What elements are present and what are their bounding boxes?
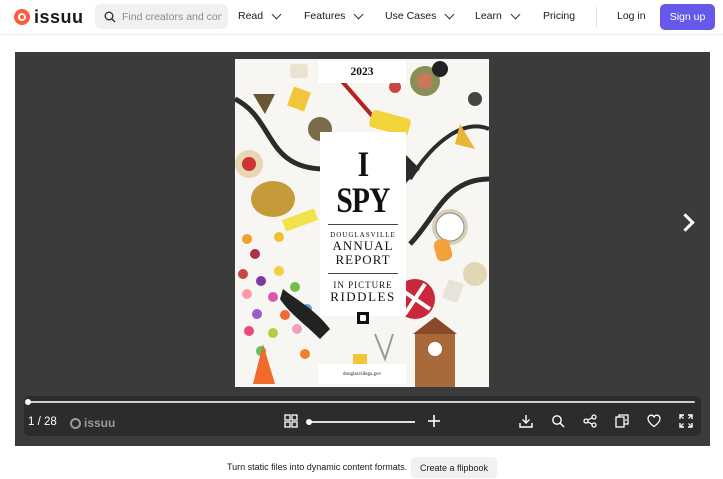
issuu-logo-icon	[70, 417, 81, 429]
issuu-brand-mark: issuu	[70, 416, 115, 430]
next-page-arrow-icon[interactable]	[678, 212, 694, 234]
page-indicator: 1 / 28	[28, 416, 57, 428]
issuu-logo-icon	[14, 9, 30, 25]
grid-icon[interactable]	[284, 414, 298, 428]
zoom-slider[interactable]	[306, 419, 415, 425]
viewer-control-bar: 1 / 28 issuu	[24, 396, 701, 436]
top-navigation: issuu Read Features Use Cases Learn Pric…	[0, 0, 723, 35]
search-box[interactable]	[95, 4, 228, 29]
search-input[interactable]	[122, 10, 222, 23]
nav-read-label: Read	[238, 10, 264, 22]
embed-icon[interactable]	[615, 414, 629, 428]
cover-subtitle-riddles: RIDDLES	[330, 289, 396, 304]
city-emblem-icon	[357, 312, 369, 324]
fullscreen-icon[interactable]	[679, 414, 693, 428]
nav-use-cases-label: Use Cases	[385, 10, 437, 22]
title-divider	[328, 224, 398, 225]
search-icon	[104, 11, 116, 22]
share-icon[interactable]	[583, 414, 597, 428]
chevron-down-icon	[353, 9, 364, 19]
chevron-down-icon	[510, 9, 521, 19]
nav-use-cases[interactable]: Use Cases	[385, 9, 455, 22]
logo-wordmark: issuu	[34, 7, 84, 27]
chevron-down-icon	[444, 9, 455, 19]
cover-year: 2023	[318, 61, 406, 83]
cover-title-card: I SPY DOUGLASVILLE ANNUAL REPORT IN PICT…	[320, 132, 406, 324]
cover-subtitle-annual: ANNUAL	[332, 238, 394, 253]
nav-learn[interactable]: Learn	[475, 9, 521, 22]
title-divider	[328, 273, 398, 274]
nav-pricing[interactable]: Pricing	[543, 10, 575, 22]
cover-page[interactable]: 2023 I SPY DOUGLASVILLE ANNUAL REPORT IN…	[235, 59, 489, 387]
create-flipbook-button[interactable]: Create a flipbook	[411, 457, 497, 478]
nav-features[interactable]: Features	[304, 9, 364, 22]
promo-text: Turn static files into dynamic content f…	[227, 462, 408, 472]
nav-learn-label: Learn	[475, 10, 502, 22]
login-link[interactable]: Log in	[617, 10, 646, 22]
page-seek-bar[interactable]	[25, 399, 695, 405]
nav-read[interactable]: Read	[238, 9, 282, 22]
chevron-down-icon	[271, 9, 282, 19]
nav-divider	[596, 7, 597, 27]
document-viewer: 2023 I SPY DOUGLASVILLE ANNUAL REPORT IN…	[15, 52, 710, 446]
heart-icon[interactable]	[647, 414, 661, 428]
seek-thumb[interactable]	[25, 399, 31, 405]
signup-button[interactable]: Sign up	[660, 4, 715, 30]
nav-features-label: Features	[304, 10, 346, 22]
issuu-logo[interactable]: issuu	[14, 8, 84, 26]
download-icon[interactable]	[519, 414, 533, 428]
cover-title: I SPY	[336, 144, 390, 220]
search-icon[interactable]	[551, 414, 565, 428]
brand-text: issuu	[84, 416, 116, 430]
zoom-slider-thumb[interactable]	[306, 419, 312, 425]
plus-icon[interactable]	[427, 414, 441, 428]
cover-url: douglasvillega.gov	[318, 364, 406, 384]
nav-pricing-label: Pricing	[543, 10, 576, 22]
cover-subtitle-report: REPORT	[335, 252, 391, 267]
